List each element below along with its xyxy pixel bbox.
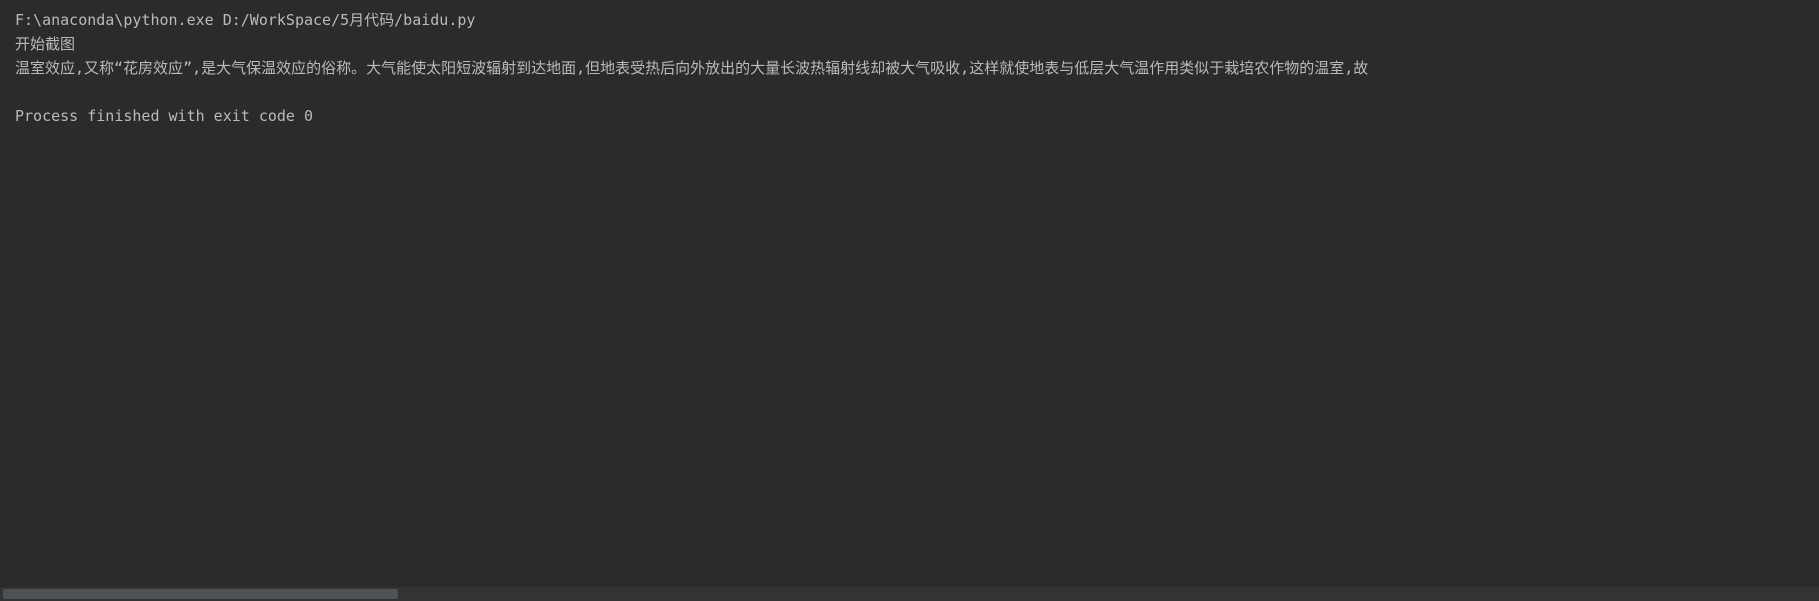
console-exit-message: Process finished with exit code 0	[15, 104, 1804, 128]
horizontal-scrollbar-thumb[interactable]	[3, 589, 398, 599]
console-line-output-1: 开始截图	[15, 32, 1804, 56]
console-line-command: F:\anaconda\python.exe D:/WorkSpace/5月代码…	[15, 8, 1804, 32]
console-output[interactable]: F:\anaconda\python.exe D:/WorkSpace/5月代码…	[0, 0, 1819, 585]
console-blank-line	[15, 80, 1804, 104]
horizontal-scrollbar-track[interactable]	[0, 587, 1819, 601]
console-line-output-2: 温室效应,又称“花房效应”,是大气保温效应的俗称。大气能使太阳短波辐射到达地面,…	[15, 56, 1804, 80]
